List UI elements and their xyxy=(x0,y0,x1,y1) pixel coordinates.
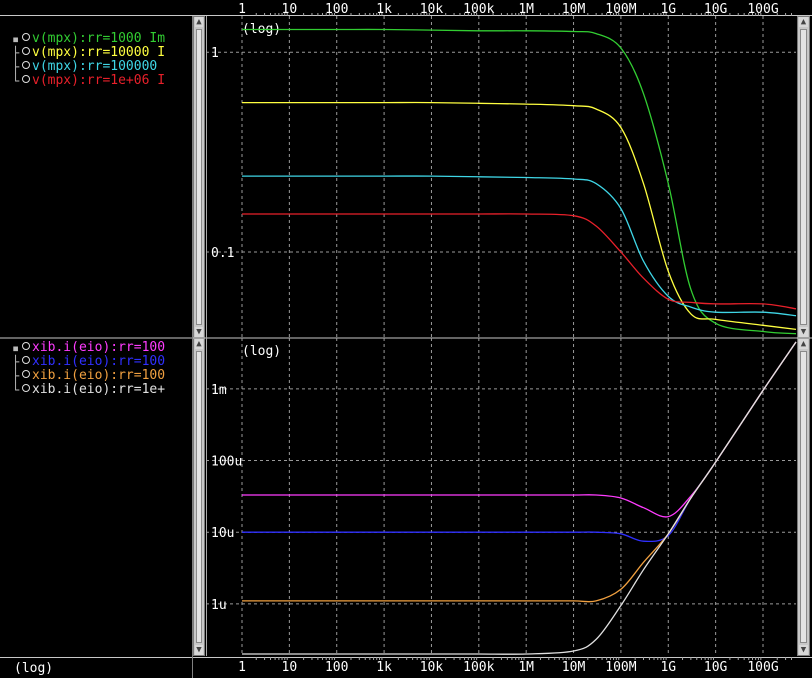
tick-layer: 1 1 10 10 100 100 1k 1k 10k 10k 100k 100k 1M 1M 10M 10M… xyxy=(211,2,793,675)
legend-pane-top: v(mpx):rr=1000 Im ▪ v(mpx):rr=10000 I ├ v(mp… xyxy=(0,16,192,336)
x-tick-label-top: 10 xyxy=(282,2,298,17)
visibility-toggle-icon[interactable] xyxy=(22,61,30,69)
visibility-toggle-icon[interactable] xyxy=(22,356,30,364)
trace-line xyxy=(242,341,797,543)
bottom-scale-label: (log) xyxy=(14,661,54,676)
legend-entry[interactable]: xib.i(eio):rr=100 xyxy=(22,369,165,383)
trace-line xyxy=(242,341,797,655)
scroll-up-arrow-icon[interactable]: ▲ xyxy=(799,17,808,27)
trace-line xyxy=(241,341,797,603)
scroll-thumb[interactable] xyxy=(800,29,807,325)
x-tick-label-top: 100k xyxy=(463,2,494,17)
x-tick-label-bottom: 10k xyxy=(420,660,444,675)
legend-label: v(mpx):rr=10000 I xyxy=(32,45,166,60)
scroll-up-arrow-icon[interactable]: ▲ xyxy=(195,17,203,27)
tree-branch-icon: └ xyxy=(12,74,20,88)
visibility-toggle-icon[interactable] xyxy=(22,342,30,350)
scroll-down-arrow-icon[interactable]: ▼ xyxy=(799,327,808,337)
legend-entry[interactable]: xib.i(eio):rr=1e+ xyxy=(22,383,165,397)
scroll-up-arrow-icon[interactable]: ▲ xyxy=(195,339,203,349)
trace-line xyxy=(242,341,797,518)
legend-label: xib.i(eio):rr=100 xyxy=(32,340,166,355)
y-tick-label: 1u xyxy=(211,598,227,613)
visibility-toggle-icon[interactable] xyxy=(22,47,30,55)
x-tick-label-bottom: 1 xyxy=(238,660,246,675)
trace-line xyxy=(242,101,797,331)
y-scale-label: (log) xyxy=(242,344,281,359)
y-tick-label: 10u xyxy=(211,526,234,541)
x-tick-label-bottom: 100k xyxy=(463,660,494,675)
tree-branch-icon: ├ xyxy=(12,355,20,369)
y-tick-label: 1m xyxy=(211,383,227,398)
x-tick-label-bottom: 1k xyxy=(376,660,392,675)
x-tick-label-bottom: 10 xyxy=(282,660,298,675)
x-tick-label-bottom: 1M xyxy=(518,660,534,675)
y-tick-label: 0.1 xyxy=(211,246,234,261)
legend-entry[interactable]: v(mpx):rr=1e+06 I xyxy=(22,74,165,88)
trace-line xyxy=(242,28,797,335)
scroll-down-arrow-icon[interactable]: ▼ xyxy=(195,327,203,337)
tree-root-icon: ▪ xyxy=(12,341,20,355)
x-tick-label-top: 1G xyxy=(660,2,676,17)
x-tick-label-top: 100M xyxy=(605,2,636,17)
legend-label: xib.i(eio):rr=100 xyxy=(32,368,166,383)
visibility-toggle-icon[interactable] xyxy=(22,384,30,392)
legend-entry[interactable]: v(mpx):rr=1000 Im xyxy=(22,32,165,46)
tree-branch-icon: ├ xyxy=(12,46,20,60)
legend-entry[interactable]: v(mpx):rr=10000 I xyxy=(22,46,165,60)
y-scale-label: (log) xyxy=(242,22,281,37)
x-tick-label-bottom: 100M xyxy=(605,660,636,675)
visibility-toggle-icon[interactable] xyxy=(22,75,30,83)
tree-branch-icon: ├ xyxy=(12,60,20,74)
right-scrollbar-top[interactable]: ▲ ▼ xyxy=(797,16,810,338)
visibility-toggle-icon[interactable] xyxy=(22,33,30,41)
legend-label: v(mpx):rr=100000 xyxy=(32,59,158,74)
right-scrollbar-bottom[interactable]: ▲ ▼ xyxy=(797,338,810,656)
x-tick-label-top: 1M xyxy=(518,2,534,17)
x-tick-label-top: 10k xyxy=(420,2,444,17)
scroll-thumb[interactable] xyxy=(196,351,202,643)
tree-branch-icon: └ xyxy=(12,383,20,397)
x-tick-label-top: 1 xyxy=(238,2,246,17)
x-tick-label-top: 1k xyxy=(376,2,392,17)
y-tick-label: 100u xyxy=(211,455,242,470)
x-tick-label-top: 100 xyxy=(325,2,348,17)
scroll-down-arrow-icon[interactable]: ▼ xyxy=(195,645,203,655)
scroll-up-arrow-icon[interactable]: ▲ xyxy=(799,339,808,349)
x-tick-label-bottom: 10G xyxy=(704,660,728,675)
trace-line xyxy=(241,175,797,317)
legend-pane-bottom: xib.i(eio):rr=100 ▪ xib.i(eio):rr=100 ├ xib.… xyxy=(0,338,192,656)
trace-layer xyxy=(241,28,797,655)
x-tick-label-top: 10G xyxy=(704,2,728,17)
visibility-toggle-icon[interactable] xyxy=(22,370,30,378)
tree-root-icon: ▪ xyxy=(12,32,20,46)
x-tick-label-bottom: 100G xyxy=(747,660,778,675)
left-scrollbar-top[interactable]: ▲ ▼ xyxy=(193,16,205,338)
x-tick-label-bottom: 100 xyxy=(325,660,348,675)
grid-layer xyxy=(206,16,796,656)
legend-label: xib.i(eio):rr=100 xyxy=(32,354,166,369)
scroll-thumb[interactable] xyxy=(196,29,202,325)
y-tick-label: 1 xyxy=(211,46,219,61)
tree-branch-icon: ├ xyxy=(12,369,20,383)
legend-entry[interactable]: xib.i(eio):rr=100 xyxy=(22,341,165,355)
legend-entry[interactable]: v(mpx):rr=100000 xyxy=(22,60,157,74)
scroll-down-arrow-icon[interactable]: ▼ xyxy=(799,645,808,655)
x-tick-label-top: 100G xyxy=(747,2,778,17)
legend-label: v(mpx):rr=1000 Im xyxy=(32,31,166,46)
trace-line xyxy=(242,213,797,310)
x-tick-label-bottom: 10M xyxy=(562,660,586,675)
left-scrollbar-bottom[interactable]: ▲ ▼ xyxy=(193,338,205,656)
legend-entry[interactable]: xib.i(eio):rr=100 xyxy=(22,355,165,369)
legend-label: v(mpx):rr=1e+06 I xyxy=(32,73,166,88)
x-tick-label-top: 10M xyxy=(562,2,586,17)
scroll-thumb[interactable] xyxy=(800,351,807,643)
legend-label: xib.i(eio):rr=1e+ xyxy=(32,382,166,397)
x-tick-label-bottom: 1G xyxy=(660,660,676,675)
